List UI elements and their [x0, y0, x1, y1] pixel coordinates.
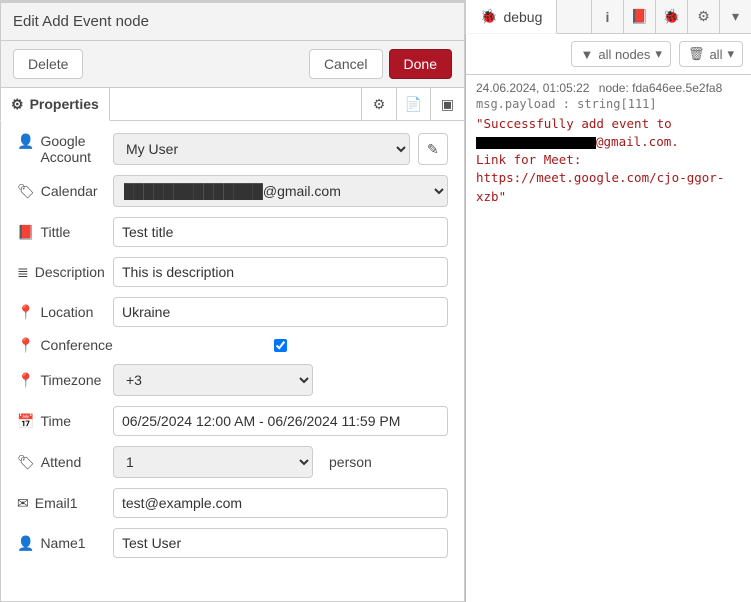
email1-input[interactable]: [113, 488, 448, 518]
box-icon: ▣: [441, 96, 454, 113]
attend-select[interactable]: 1: [113, 446, 313, 478]
bug-icon: 🐞: [480, 8, 497, 25]
google-account-select[interactable]: My User: [113, 133, 410, 165]
properties-form: 👤 Google Account My User ✎ 🏷 Calendar: [0, 121, 465, 602]
calendar-select[interactable]: ██████████████@gmail.com: [113, 175, 448, 207]
sidebar-help-icon[interactable]: 📕: [623, 0, 655, 33]
title-input[interactable]: [113, 217, 448, 247]
label-location: 📍 Location: [17, 304, 113, 321]
label-email1: ✉ Email1: [17, 495, 113, 512]
sidebar-header: 🐞 debug i 📕 🐞 ⚙ ▾: [466, 0, 751, 34]
label-timezone: 📍 Timezone: [17, 372, 113, 389]
tag-icon: 🏷: [17, 454, 35, 471]
node-appearance-icon[interactable]: ▣: [430, 88, 464, 120]
user-icon: 👤: [17, 133, 34, 150]
description-input[interactable]: [113, 257, 448, 287]
debug-path: msg.payload : string[111]: [476, 97, 741, 111]
label-time: 📅 Time: [17, 413, 113, 430]
attend-suffix: person: [329, 454, 372, 470]
redacted-text: [476, 137, 596, 149]
list-icon: ≣: [17, 264, 29, 281]
gear-icon: ⚙: [11, 96, 24, 113]
calendar-icon: 📅: [17, 413, 34, 430]
dialog-header: Edit Add Event node: [0, 0, 465, 41]
pin-icon: 📍: [17, 304, 34, 321]
dialog-title: Edit Add Event node: [13, 13, 149, 30]
label-google-account: 👤 Google Account: [17, 133, 113, 165]
clear-all-button[interactable]: 🗑 all ▾: [679, 41, 743, 67]
label-description: ≣ Description: [17, 264, 113, 281]
filter-all-nodes-button[interactable]: ▼ all nodes ▾: [571, 41, 670, 67]
sidebar-debug-icon[interactable]: 🐞: [655, 0, 687, 33]
debug-message: "Successfully add event to @gmail.com. L…: [476, 115, 741, 206]
timezone-select[interactable]: +3: [113, 364, 313, 396]
pin-icon: 📍: [17, 372, 34, 389]
edit-account-button[interactable]: ✎: [418, 133, 448, 165]
dialog-button-bar: Delete Cancel Done: [0, 41, 465, 88]
label-title: 📕 Tittle: [17, 224, 113, 241]
pencil-icon: ✎: [427, 141, 439, 158]
debug-body: 24.06.2024, 01:05:22 node: fda646ee.5e2f…: [466, 75, 751, 602]
bookmark-icon: 📕: [17, 224, 34, 241]
time-input[interactable]: [113, 406, 448, 436]
doc-icon: 📄: [405, 96, 422, 113]
conference-checkbox[interactable]: [274, 339, 287, 352]
chevron-down-icon: ▾: [732, 8, 739, 25]
chevron-down-icon: ▾: [727, 46, 734, 62]
gear-icon: ⚙: [373, 96, 386, 113]
label-conference: 📍 Conference: [17, 337, 113, 354]
node-settings-icon[interactable]: ⚙: [362, 88, 396, 120]
book-icon: 📕: [631, 8, 648, 25]
pin-icon: 📍: [17, 337, 34, 354]
debug-node-link[interactable]: fda646ee.5e2fa8: [632, 81, 722, 95]
location-input[interactable]: [113, 297, 448, 327]
tab-debug-label: debug: [503, 9, 542, 25]
gear-icon: ⚙: [697, 8, 710, 25]
tab-properties[interactable]: ⚙ Properties: [0, 87, 110, 121]
label-name1: 👤 Name1: [17, 535, 113, 552]
tabs-row: ⚙ Properties ⚙ 📄 ▣: [0, 88, 465, 121]
sidebar-more-icon[interactable]: ▾: [719, 0, 751, 33]
debug-meta: 24.06.2024, 01:05:22 node: fda646ee.5e2f…: [476, 81, 741, 95]
debug-timestamp: 24.06.2024, 01:05:22: [476, 81, 589, 95]
sidebar-info-icon[interactable]: i: [591, 0, 623, 33]
chevron-down-icon: ▾: [655, 46, 662, 62]
label-calendar: 🏷 Calendar: [17, 183, 113, 200]
user-icon: 👤: [17, 535, 34, 552]
node-docs-icon[interactable]: 📄: [396, 88, 430, 120]
bug-icon: 🐞: [663, 8, 680, 25]
info-icon: i: [606, 9, 610, 25]
tag-icon: 🏷: [17, 183, 35, 200]
tab-debug[interactable]: 🐞 debug: [465, 0, 557, 34]
label-attend: 🏷 Attend: [17, 454, 113, 471]
sidebar-config-icon[interactable]: ⚙: [687, 0, 719, 33]
debug-toolbar: ▼ all nodes ▾ 🗑 all ▾: [466, 34, 751, 75]
tab-properties-label: Properties: [30, 96, 99, 112]
delete-button[interactable]: Delete: [13, 49, 83, 79]
envelope-icon: ✉: [17, 495, 29, 512]
cancel-button[interactable]: Cancel: [309, 49, 383, 79]
done-button[interactable]: Done: [389, 49, 452, 79]
trash-icon: 🗑: [688, 46, 705, 62]
name1-input[interactable]: [113, 528, 448, 558]
